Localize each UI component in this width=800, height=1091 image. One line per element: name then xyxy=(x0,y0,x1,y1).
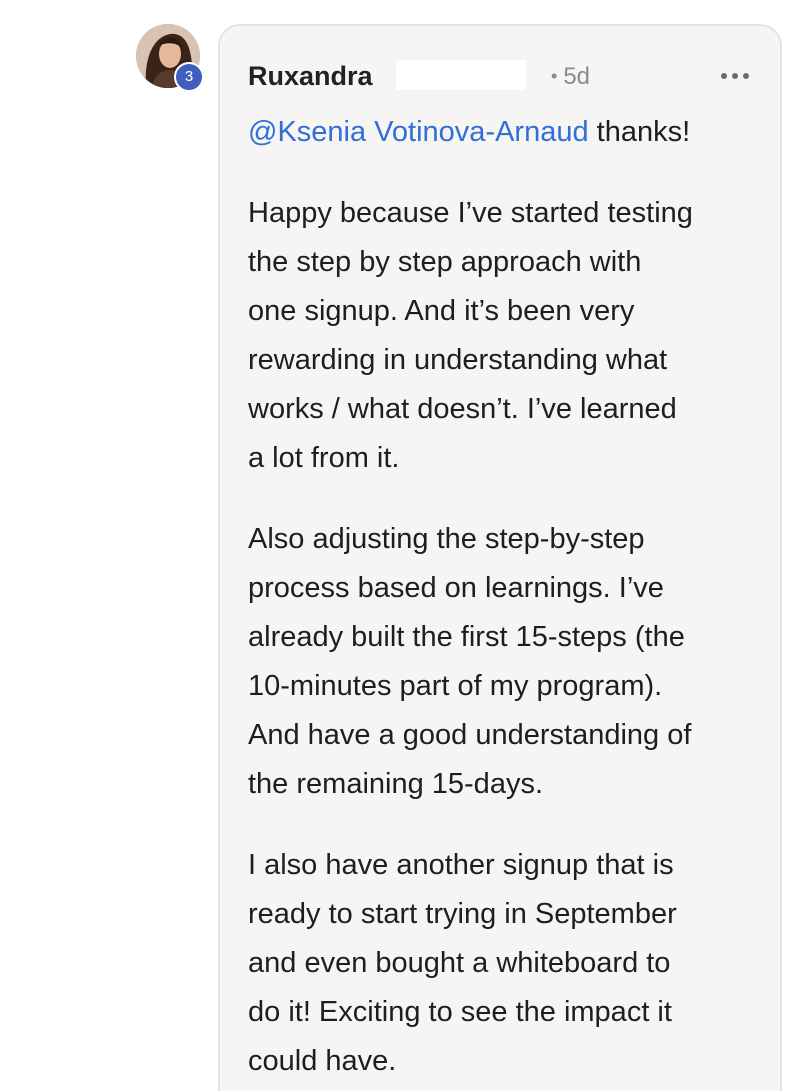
author-avatar-group[interactable]: 3 xyxy=(136,24,204,92)
timestamp: • 5d xyxy=(551,63,591,90)
comment-paragraph: Happy because I’ve started testing the s… xyxy=(248,197,693,474)
comment-paragraph: I also have another signup that is ready… xyxy=(248,849,677,1077)
timestamp-value: 5d xyxy=(563,63,591,90)
level-badge: 3 xyxy=(174,62,204,92)
comment-body: @Ksenia Votinova-Arnaud thanks! Happy be… xyxy=(248,108,768,1091)
more-horizontal-icon[interactable] xyxy=(710,56,760,96)
redacted-surname xyxy=(396,60,526,90)
comment-greeting: @Ksenia Votinova-Arnaud thanks! xyxy=(248,108,768,157)
greeting-text: thanks! xyxy=(588,116,691,148)
comment-header: Ruxandra • 5d xyxy=(248,56,760,96)
mention-link[interactable]: @Ksenia Votinova-Arnaud xyxy=(248,116,589,148)
author-name[interactable]: Ruxandra xyxy=(248,56,373,96)
comment-card: Ruxandra • 5d @Ksenia Votinova-Arnaud tha… xyxy=(218,24,782,1091)
comment-paragraph: Also adjusting the step-by-step process … xyxy=(248,523,692,800)
